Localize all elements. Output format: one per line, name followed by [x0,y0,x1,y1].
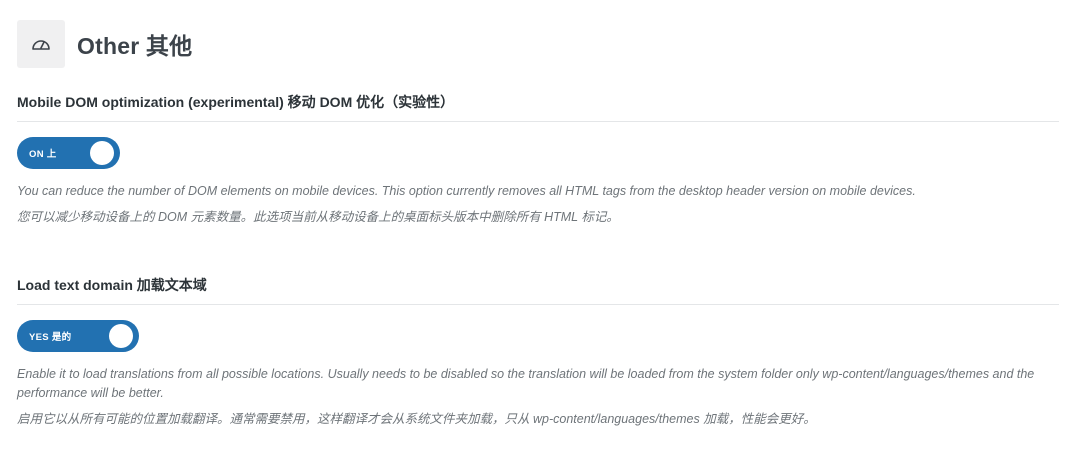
section-header: Other 其他 [17,20,192,68]
load-text-domain-section: Load text domain 加载文本域 YES 是的 Enable it … [17,276,1059,429]
settings-page: Other 其他 Mobile DOM optimization (experi… [0,0,1066,467]
page-title: Other 其他 [77,33,193,59]
toggle-knob [109,324,133,348]
load-text-domain-description-zh: 启用它以从所有可能的位置加载翻译。通常需要禁用，这样翻译才会从系统文件夹加载，只… [17,412,816,426]
dashboard-gauge-icon [17,20,65,68]
mobile-dom-description-en: You can reduce the number of DOM element… [17,184,916,198]
toggle-label: YES 是的 [29,332,72,343]
load-text-domain-description-en: Enable it to load translations from all … [17,367,1035,400]
mobile-dom-description-zh: 您可以减少移动设备上的 DOM 元素数量。此选项当前从移动设备上的桌面标头版本中… [17,210,619,224]
load-text-domain-title: Load text domain 加载文本域 [17,276,1059,305]
mobile-dom-optimization-title: Mobile DOM optimization (experimental) 移… [17,93,1059,122]
toggle-knob [90,141,114,165]
load-text-domain-toggle[interactable]: YES 是的 [17,320,139,352]
mobile-dom-optimization-toggle[interactable]: ON 上 [17,137,120,169]
mobile-dom-optimization-section: Mobile DOM optimization (experimental) 移… [17,93,1059,227]
toggle-label: ON 上 [29,149,57,160]
